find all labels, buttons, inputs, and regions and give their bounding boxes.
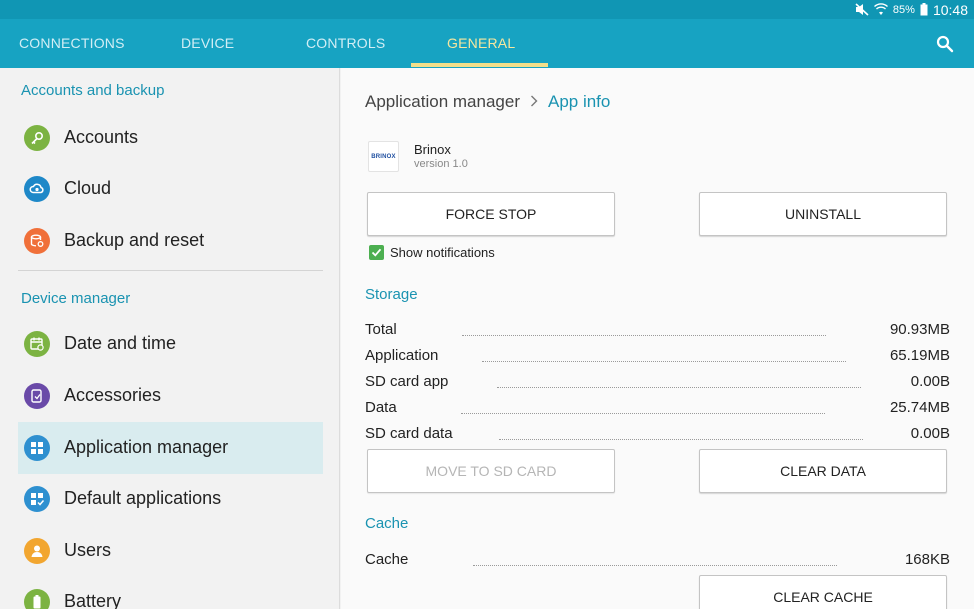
battery-percent: 85% (892, 3, 915, 16)
show-notifications-checkbox[interactable] (369, 245, 384, 260)
battery-icon (920, 3, 928, 16)
breadcrumb-parent[interactable]: Application manager (365, 92, 520, 112)
cloud-icon (24, 176, 50, 202)
storage-label: SD card app (365, 373, 449, 390)
key-icon (24, 125, 50, 151)
breadcrumb-current: App info (547, 92, 611, 111)
sidebar-item-label: Cloud (64, 178, 112, 198)
storage-row-data: Data 25.74MB (365, 399, 950, 419)
storage-label: Data (365, 399, 397, 416)
storage-label: Application (365, 347, 439, 364)
tab-controls[interactable]: CONTROLS (306, 19, 385, 68)
accessories-icon (24, 383, 50, 409)
breadcrumb: Application manager App info (365, 92, 610, 112)
wifi-icon (873, 3, 888, 16)
default-apps-icon (24, 486, 50, 512)
chevron-right-icon (530, 92, 538, 112)
dotted-leader (473, 565, 837, 566)
sidebar-item-label: Backup and reset (64, 230, 205, 250)
sidebar-item-label: Users (64, 540, 112, 560)
calendar-icon (24, 331, 50, 357)
storage-value: 25.74MB (889, 399, 950, 416)
sidebar-item-label: Accessories (64, 385, 162, 405)
cache-label: Cache (365, 551, 409, 568)
sidebar-item-cloud[interactable]: Cloud (18, 163, 323, 215)
grid-icon (24, 435, 50, 461)
sidebar-item-backup-reset[interactable]: Backup and reset (18, 215, 323, 267)
storage-value: 90.93MB (889, 321, 950, 338)
app-logo-icon: BRINOX (368, 141, 399, 172)
sidebar-item-label: Default applications (64, 488, 222, 508)
storage-label: SD card data (365, 425, 453, 442)
sidebar-item-date-time[interactable]: Date and time (18, 318, 323, 370)
sidebar-item-users[interactable]: Users (18, 525, 323, 577)
sidebar-item-label: Battery (64, 591, 122, 609)
active-tab-indicator (411, 63, 548, 67)
dotted-leader (482, 361, 846, 362)
storage-row-total: Total 90.93MB (365, 321, 950, 341)
backup-icon (24, 228, 50, 254)
sidebar-divider (18, 270, 323, 271)
sidebar: Accounts and backup Accounts Cloud Backu… (0, 68, 340, 609)
app-info-panel: Application manager App info BRINOX Brin… (341, 68, 974, 609)
app-name: Brinox (414, 142, 451, 157)
section-header-accounts-backup: Accounts and backup (21, 82, 165, 99)
battery-icon (24, 589, 50, 609)
user-icon (24, 538, 50, 564)
cache-value: 168KB (904, 551, 950, 568)
mute-icon (855, 3, 869, 16)
sidebar-item-application-manager[interactable]: Application manager (18, 422, 323, 474)
sidebar-item-label: Accounts (64, 127, 139, 147)
status-time: 10:48 (932, 1, 968, 18)
sidebar-item-default-applications[interactable]: Default applications (18, 473, 323, 525)
dotted-leader (461, 413, 825, 414)
app-version: version 1.0 (414, 158, 468, 170)
show-notifications-row[interactable]: Show notifications (369, 245, 495, 260)
storage-value: 65.19MB (889, 347, 950, 364)
storage-row-sd-card-data: SD card data 0.00B (365, 425, 950, 445)
storage-value: 0.00B (910, 373, 950, 390)
cache-header: Cache (365, 515, 409, 532)
tab-device[interactable]: DEVICE (181, 19, 234, 68)
sidebar-item-battery[interactable]: Battery (18, 576, 323, 609)
tab-connections[interactable]: CONNECTIONS (19, 19, 125, 68)
search-icon[interactable] (936, 35, 954, 53)
tab-general[interactable]: GENERAL (447, 19, 515, 68)
storage-header: Storage (365, 286, 418, 303)
storage-value: 0.00B (910, 425, 950, 442)
section-header-device-manager: Device manager (21, 290, 131, 307)
tab-bar: CONNECTIONS DEVICE CONTROLS GENERAL (0, 19, 974, 68)
sidebar-item-label: Application manager (64, 437, 229, 457)
storage-label: Total (365, 321, 397, 338)
move-to-sd-card-button[interactable]: MOVE TO SD CARD (367, 449, 615, 493)
status-bar: 85% 10:48 (0, 0, 974, 19)
sidebar-item-label: Date and time (64, 333, 177, 353)
clear-cache-button[interactable]: CLEAR CACHE (699, 575, 947, 609)
dotted-leader (462, 335, 826, 336)
cache-row: Cache 168KB (365, 551, 950, 571)
storage-row-sd-card-app: SD card app 0.00B (365, 373, 950, 393)
clear-data-button[interactable]: CLEAR DATA (699, 449, 947, 493)
uninstall-button[interactable]: UNINSTALL (699, 192, 947, 236)
force-stop-button[interactable]: FORCE STOP (367, 192, 615, 236)
dotted-leader (497, 387, 861, 388)
show-notifications-label: Show notifications (390, 245, 495, 260)
status-icons: 85% 10:48 (855, 1, 968, 18)
sidebar-item-accounts[interactable]: Accounts (18, 112, 323, 164)
dotted-leader (499, 439, 863, 440)
sidebar-item-accessories[interactable]: Accessories (18, 370, 323, 422)
storage-row-application: Application 65.19MB (365, 347, 950, 367)
